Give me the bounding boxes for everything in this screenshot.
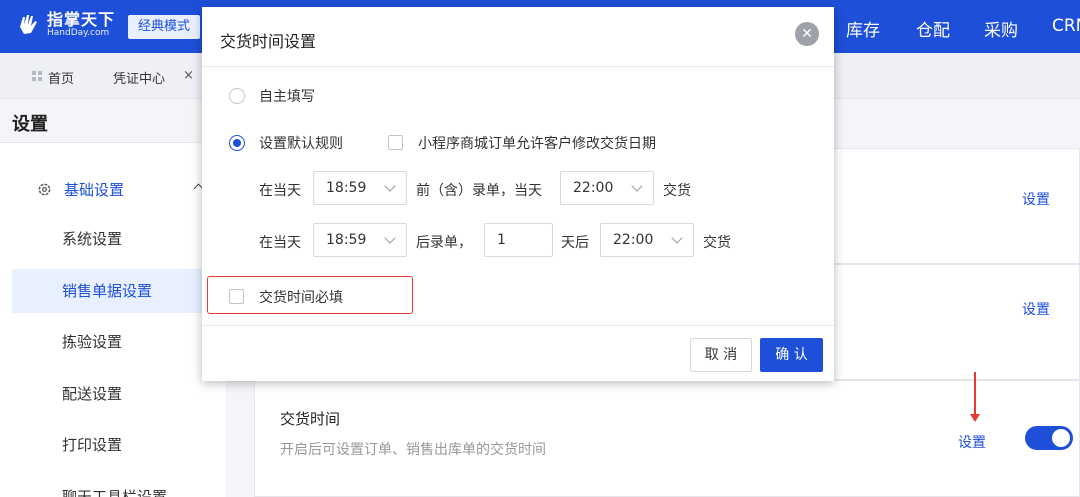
- radio-default-rule[interactable]: [229, 135, 245, 151]
- page-title: 设置: [12, 114, 48, 135]
- chevron-down-icon: [631, 180, 643, 192]
- sidebar-item-sales-docs[interactable]: 销售单据设置: [12, 269, 226, 313]
- sidebar-item-system[interactable]: 系统设置: [12, 217, 226, 261]
- sidebar-item-pick-check[interactable]: 拣验设置: [12, 320, 226, 364]
- delivery-time-toggle[interactable]: [1025, 426, 1073, 450]
- rule2-days-input[interactable]: 1: [484, 223, 553, 257]
- radio-manual[interactable]: [229, 88, 245, 104]
- tab-voucher-center[interactable]: 凭证中心: [113, 68, 165, 87]
- rule1-prefix: 在当天: [259, 183, 301, 199]
- rule1-suffix: 交货: [663, 183, 691, 199]
- logo[interactable]: 指掌天下 HandDay.com: [17, 12, 115, 38]
- rule2-delivery-select[interactable]: 22:00: [600, 223, 694, 257]
- rule1-middle-text: 前（含）录单，当天: [416, 183, 542, 199]
- mode-switch-button[interactable]: 经典模式: [128, 15, 201, 39]
- sidebar-item-print[interactable]: 打印设置: [12, 423, 226, 467]
- home-grid-icon: [32, 71, 42, 81]
- red-arrow-annotation: [970, 372, 980, 422]
- nav-purchase[interactable]: 采购: [984, 16, 1018, 41]
- required-checkbox[interactable]: [229, 289, 244, 304]
- card-settings-link[interactable]: 设置: [1022, 189, 1050, 209]
- rule1-cutoff-value: 18:59: [326, 180, 367, 196]
- nav-warehouse[interactable]: 仓配: [916, 16, 950, 41]
- rule1-delivery-value: 22:00: [573, 180, 614, 196]
- rule2-delivery-value: 22:00: [613, 232, 654, 248]
- delivery-time-settings-link[interactable]: 设置: [958, 432, 986, 452]
- rule1-delivery-select[interactable]: 22:00: [560, 171, 654, 205]
- rule2-suffix: 交货: [703, 235, 731, 251]
- nav-crm[interactable]: CRM: [1052, 16, 1080, 36]
- sidebar-section-basic[interactable]: 基础设置: [37, 179, 124, 200]
- hand-logo-icon: [20, 15, 37, 34]
- logo-text: 指掌天下: [47, 10, 116, 29]
- logo-domain: HandDay.com: [47, 28, 110, 38]
- rule2-days-suffix: 天后: [561, 235, 589, 251]
- chevron-down-icon: [384, 180, 396, 192]
- gear-icon: [38, 183, 51, 196]
- close-tab-icon[interactable]: ×: [183, 68, 194, 83]
- delivery-time-modal: 交货时间设置 ✕ 自主填写 设置默认规则 小程序商城订单允许客户修改交货日期 在…: [202, 7, 834, 381]
- close-icon[interactable]: ✕: [795, 22, 819, 46]
- chevron-down-icon: [384, 232, 396, 244]
- rule1-cutoff-select[interactable]: 18:59: [313, 171, 407, 205]
- radio-manual-label: 自主填写: [259, 89, 315, 105]
- sidebar-section-label: 基础设置: [64, 181, 125, 199]
- rule2-cutoff-select[interactable]: 18:59: [313, 223, 407, 257]
- sidebar: 基础设置 系统设置 销售单据设置 拣验设置 配送设置 打印设置 聊天工具栏设置: [0, 142, 226, 497]
- rule2-days-value: 1: [497, 232, 506, 248]
- sidebar-item-delivery[interactable]: 配送设置: [12, 372, 226, 416]
- card-title: 交货时间: [280, 410, 341, 428]
- required-label: 交货时间必填: [259, 290, 343, 306]
- modal-footer: 取 消 确 认: [202, 325, 834, 381]
- allow-customer-edit-checkbox[interactable]: [388, 135, 403, 150]
- confirm-button[interactable]: 确 认: [760, 338, 823, 372]
- cancel-button[interactable]: 取 消: [690, 338, 752, 372]
- rule2-cutoff-value: 18:59: [326, 232, 367, 248]
- sidebar-item-chat-toolbar[interactable]: 聊天工具栏设置: [12, 475, 226, 497]
- rule2-middle-text: 后录单，: [416, 235, 472, 251]
- radio-default-rule-label: 设置默认规则: [259, 136, 343, 152]
- nav-inventory[interactable]: 库存: [846, 16, 880, 41]
- tab-home[interactable]: 首页: [48, 68, 74, 87]
- card-description: 开启后可设置订单、销售出库单的交货时间: [280, 442, 546, 458]
- rule2-prefix: 在当天: [259, 235, 301, 251]
- card-settings-link[interactable]: 设置: [1022, 299, 1050, 319]
- delivery-time-card: 交货时间 开启后可设置订单、销售出库单的交货时间 设置: [254, 380, 1080, 497]
- chevron-down-icon: [671, 232, 683, 244]
- modal-title: 交货时间设置: [220, 32, 317, 51]
- allow-customer-edit-label: 小程序商城订单允许客户修改交货日期: [418, 136, 656, 152]
- modal-header: 交货时间设置 ✕: [202, 7, 834, 67]
